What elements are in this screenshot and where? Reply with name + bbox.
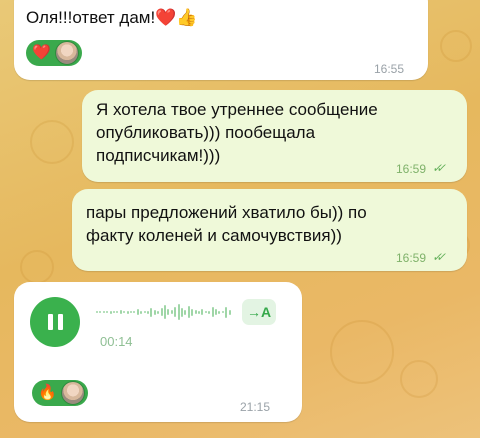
double-check-icon: ✓✓	[432, 161, 446, 175]
pause-icon	[47, 314, 53, 330]
fire-icon: 🔥	[38, 384, 57, 401]
heart-icon: ❤️	[32, 44, 51, 61]
message-text: пары предложений хватило бы)) по факту к…	[86, 203, 367, 245]
waveform-bar	[208, 310, 211, 314]
waveform-bar	[113, 311, 115, 313]
waveform-bar	[140, 310, 143, 314]
waveform-bar	[102, 311, 105, 313]
message-time: 16:59	[396, 251, 427, 265]
outgoing-message[interactable]: Я хотела твое утреннее сообщение опублик…	[82, 90, 467, 182]
reaction-chip[interactable]: 🔥	[32, 380, 88, 406]
message-time: 21:15	[240, 400, 271, 414]
waveform-bar	[198, 310, 200, 314]
waveform-bar	[194, 310, 197, 314]
waveform-bar	[96, 311, 98, 313]
waveform-bar	[218, 310, 221, 314]
waveform-bar	[204, 311, 207, 313]
waveform-bar	[130, 311, 132, 313]
waveform-bar	[167, 309, 170, 315]
waveform-bar	[116, 311, 119, 313]
waveform-bar	[133, 311, 136, 313]
waveform-bar	[123, 311, 126, 313]
waveform-bar	[119, 310, 122, 314]
waveform-bar	[225, 306, 228, 318]
avatar	[54, 41, 79, 65]
message-time: 16:59	[396, 162, 427, 176]
waveform-bar	[153, 309, 156, 315]
waveform-bar	[109, 310, 112, 314]
incoming-message[interactable]: Оля!!!ответ дам!❤️👍 ❤️ 16:55	[14, 0, 428, 80]
transcribe-button[interactable]: →A	[242, 299, 276, 325]
voice-message[interactable]: →A 00:14 🔥 21:15	[14, 282, 302, 422]
waveform-bar	[160, 308, 163, 316]
waveform-bar	[150, 307, 153, 317]
waveform-bar	[191, 308, 194, 316]
waveform-bar	[211, 307, 214, 317]
message-time: 16:55	[374, 62, 405, 76]
voice-duration: 00:14	[100, 334, 133, 349]
message-text: Я хотела твое утреннее сообщение опублик…	[96, 100, 378, 165]
waveform-bar	[143, 311, 146, 313]
pause-button[interactable]	[30, 297, 80, 347]
waveform-bar	[126, 310, 129, 314]
waveform-bar	[99, 311, 102, 313]
reaction-chip[interactable]: ❤️	[26, 40, 82, 66]
waveform-bar	[187, 306, 190, 318]
waveform-bar	[147, 310, 149, 314]
emoji: ❤️👍	[155, 8, 198, 27]
waveform-bar	[201, 309, 204, 315]
waveform-bar	[221, 311, 224, 313]
double-check-icon: ✓✓	[432, 250, 446, 264]
waveform-bar	[215, 309, 217, 315]
message-text: Оля!!!ответ дам!	[26, 8, 156, 27]
waveform-bar	[170, 310, 173, 314]
avatar	[60, 381, 85, 405]
voice-waveform[interactable]	[96, 298, 236, 326]
waveform-bar	[177, 304, 180, 320]
waveform-bar	[228, 309, 231, 315]
waveform-bar	[184, 309, 187, 315]
waveform-bar	[106, 311, 109, 313]
waveform-bar	[181, 307, 183, 317]
outgoing-message[interactable]: пары предложений хватило бы)) по факту к…	[72, 189, 467, 271]
waveform-bar	[157, 310, 160, 314]
waveform-bar	[136, 309, 139, 315]
waveform-bar	[164, 305, 166, 319]
waveform-bar	[174, 307, 177, 317]
